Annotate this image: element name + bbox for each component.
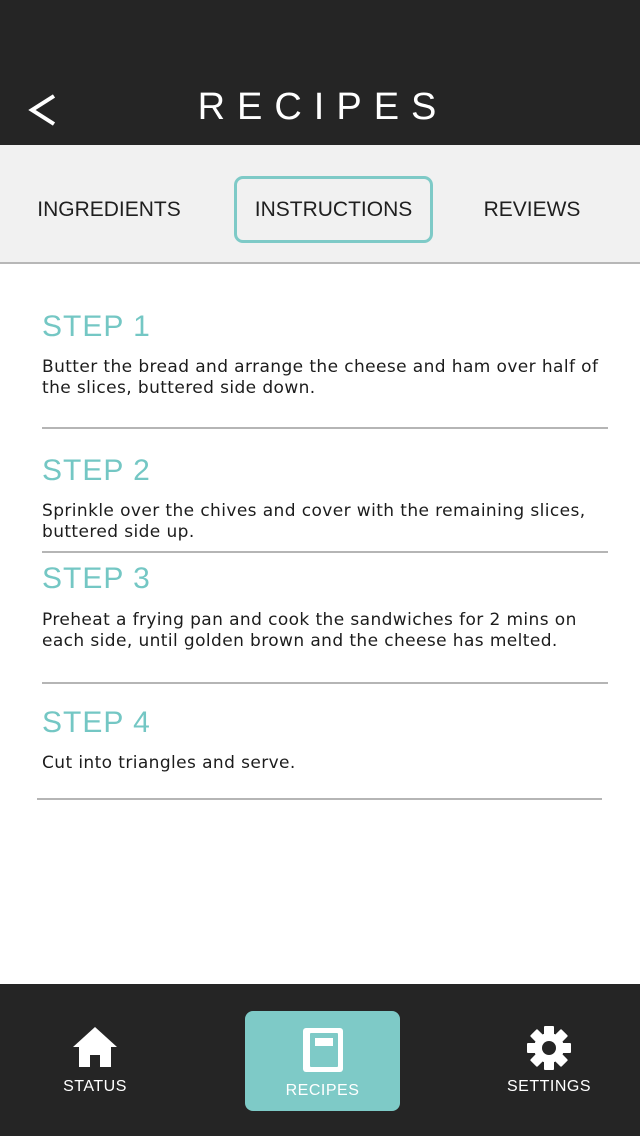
nav-status-label: STATUS [63, 1078, 127, 1095]
step-2-title: STEP 2 [42, 454, 151, 487]
nav-recipes[interactable]: RECIPES [245, 1011, 400, 1111]
home-icon [73, 1027, 117, 1067]
divider [42, 682, 608, 684]
tab-ingredients[interactable]: INGREDIENTS [20, 176, 198, 243]
step-3-text: Preheat a frying pan and cook the sandwi… [42, 610, 577, 651]
bottom-nav-bar: STATUS RECIPES SETTINGS [0, 984, 640, 1136]
step-1-text: Butter the bread and arrange the cheese … [42, 357, 599, 398]
nav-settings-label: SETTINGS [506, 1078, 591, 1095]
step-3-title: STEP 3 [42, 562, 151, 595]
header-bar: RECIPES [0, 0, 640, 145]
nav-settings[interactable]: SETTINGS [494, 1011, 604, 1111]
tab-bar: INGREDIENTS INSTRUCTIONS REVIEWS [0, 145, 640, 264]
tab-reviews[interactable]: REVIEWS [450, 176, 614, 243]
step-4-title: STEP 4 [42, 706, 151, 739]
gear-icon [527, 1026, 571, 1070]
divider [42, 551, 608, 553]
divider [42, 427, 608, 429]
step-2-text: Sprinkle over the chives and cover with … [42, 501, 586, 542]
book-icon [302, 1028, 343, 1072]
nav-recipes-label: RECIPES [285, 1082, 360, 1099]
page-title: RECIPES [197, 86, 449, 128]
tab-instructions[interactable]: INSTRUCTIONS [234, 176, 433, 243]
nav-status[interactable]: STATUS [40, 1011, 150, 1111]
step-1-title: STEP 1 [42, 310, 151, 343]
step-4-text: Cut into triangles and serve. [42, 753, 296, 773]
divider [37, 798, 602, 800]
